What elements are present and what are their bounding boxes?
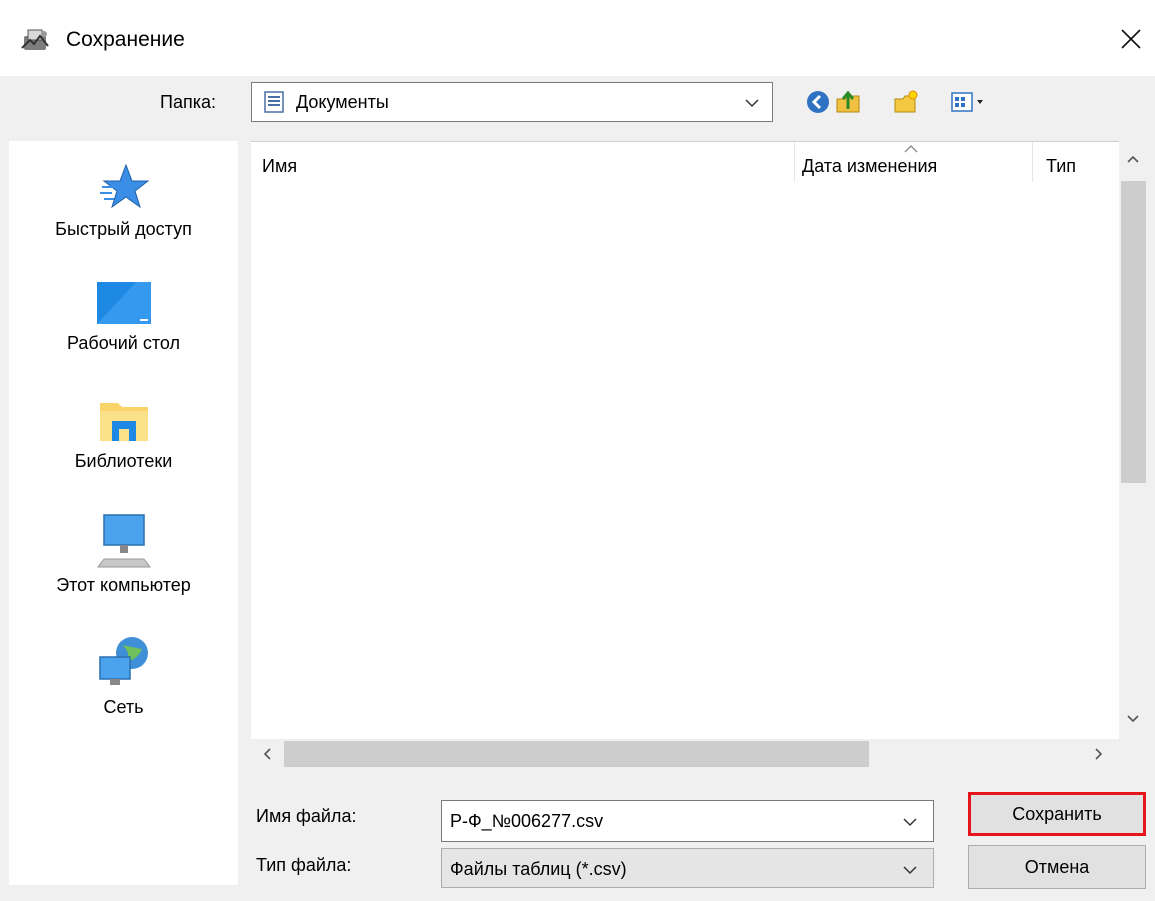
computer-icon <box>96 514 151 568</box>
scroll-up-icon[interactable] <box>1125 151 1141 167</box>
chevron-down-icon <box>745 99 759 108</box>
save-app-icon <box>20 26 52 54</box>
filename-label: Имя файла: <box>256 806 357 826</box>
column-header-type[interactable]: Тип <box>1046 156 1076 177</box>
place-label: Этот компьютер <box>56 575 191 595</box>
up-folder-icon[interactable] <box>835 89 861 115</box>
new-folder-icon[interactable] <box>893 89 919 115</box>
place-label: Рабочий стол <box>67 333 180 353</box>
folder-label: Папка: <box>160 92 216 112</box>
save-button[interactable]: Сохранить <box>968 792 1146 836</box>
place-this-pc[interactable]: Этот компьютер <box>9 513 238 596</box>
sort-ascending-icon <box>904 145 918 153</box>
filename-input[interactable]: Р-Ф_№006277.csv <box>441 800 934 842</box>
filetype-select[interactable]: Файлы таблиц (*.csv) <box>441 848 934 888</box>
horizontal-scroll-thumb[interactable] <box>284 741 869 767</box>
file-list[interactable]: Имя Дата изменения Тип <box>251 141 1119 740</box>
chevron-down-icon <box>903 866 917 875</box>
column-separator[interactable] <box>1032 142 1033 182</box>
libraries-icon <box>99 403 148 441</box>
cancel-button[interactable]: Отмена <box>968 845 1146 889</box>
document-folder-icon <box>264 91 284 113</box>
horizontal-scrollbar[interactable] <box>251 739 1148 769</box>
filename-value: Р-Ф_№006277.csv <box>450 811 604 831</box>
place-network[interactable]: Сеть <box>9 635 238 718</box>
place-desktop[interactable]: Рабочий стол <box>9 281 238 354</box>
filetype-value: Файлы таблиц (*.csv) <box>450 859 627 879</box>
vertical-scroll-thumb[interactable] <box>1121 181 1146 483</box>
quick-access-star-icon <box>99 163 149 209</box>
place-label: Библиотеки <box>74 451 173 471</box>
folder-value: Документы <box>296 92 389 112</box>
place-label: Сеть <box>103 697 144 717</box>
close-icon <box>1121 29 1141 49</box>
desktop-icon <box>96 282 151 324</box>
vertical-scrollbar[interactable] <box>1119 141 1148 739</box>
column-header-date[interactable]: Дата изменения <box>802 156 937 177</box>
scroll-down-icon[interactable] <box>1125 711 1141 727</box>
places-bar: Быстрый доступ Рабочий стол Библиотеки Э… <box>9 141 238 885</box>
filetype-label: Тип файла: <box>256 855 352 875</box>
window-title: Сохранение <box>66 28 185 51</box>
close-button[interactable] <box>1112 20 1150 58</box>
scroll-left-icon[interactable] <box>259 746 275 762</box>
column-separator[interactable] <box>794 142 795 182</box>
folder-combo[interactable]: Документы <box>251 82 773 122</box>
view-menu-icon[interactable] <box>950 89 990 115</box>
back-icon[interactable] <box>805 89 831 115</box>
network-icon <box>98 637 148 685</box>
place-libraries[interactable]: Библиотеки <box>9 397 238 472</box>
place-label: Быстрый доступ <box>55 219 192 239</box>
scroll-right-icon[interactable] <box>1091 746 1107 762</box>
column-header-name[interactable]: Имя <box>262 156 297 177</box>
place-quick-access[interactable]: Быстрый доступ <box>9 161 238 240</box>
chevron-down-icon[interactable] <box>901 813 919 831</box>
